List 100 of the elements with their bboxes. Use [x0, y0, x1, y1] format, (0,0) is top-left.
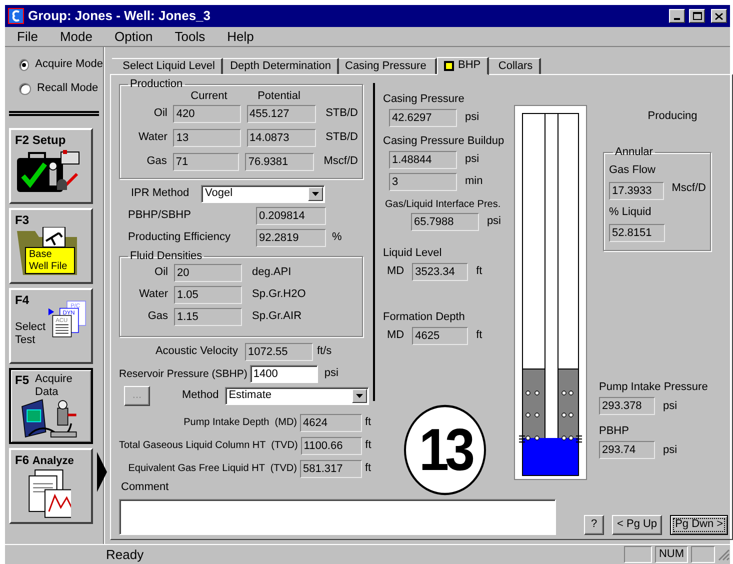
unit-label: Sp.Gr.H2O	[252, 288, 306, 302]
nav-button[interactable]: Pg Dwn >	[670, 515, 728, 535]
group-title: Production	[129, 79, 184, 90]
value-field: 1100.66	[300, 436, 362, 454]
row-label: Gas	[146, 155, 167, 169]
menu-item[interactable]: Tools	[172, 28, 208, 44]
field-label: Pump Intake Depth (MD)	[184, 416, 297, 428]
function-button[interactable]: F2 Setup	[9, 128, 93, 204]
unit-label: ft	[365, 462, 372, 476]
unit-label: min	[465, 175, 483, 189]
status-indicator: NUM	[654, 546, 688, 563]
close-button[interactable]	[711, 9, 727, 23]
tab[interactable]: Collars	[488, 58, 541, 74]
value-field: 4624	[300, 414, 362, 432]
field-label: MD	[387, 329, 404, 343]
nav-button[interactable]: ?	[584, 515, 604, 535]
unit-label: psi	[663, 444, 678, 457]
field-label: PBHP/SBHP	[127, 209, 192, 223]
tab[interactable]: Depth Determination	[223, 58, 339, 74]
pointer-arrow-icon	[97, 452, 107, 492]
unit-label: Mscf/D	[672, 182, 706, 196]
unit-label: deg.API	[252, 266, 292, 280]
close-icon	[715, 12, 723, 20]
value-field: 1072.55	[245, 343, 313, 361]
value-field: 52.8151	[609, 224, 665, 242]
field-label: Liquid Level	[383, 247, 443, 261]
comment-label: Comment	[121, 481, 170, 494]
unit-label: psi	[663, 400, 678, 413]
menu-item[interactable]: Option	[112, 28, 155, 44]
tab[interactable]: Select Liquid Level	[112, 58, 223, 74]
field-label: Acoustic Velocity	[154, 345, 238, 359]
field-label: Pump Intake Pressure	[599, 381, 709, 396]
status-pane	[691, 546, 715, 563]
unit-label: psi	[324, 367, 338, 381]
value-field: 17.3933	[609, 182, 664, 200]
menu-item[interactable]: File	[15, 28, 40, 44]
radio-label[interactable]: Recall Mode	[37, 82, 98, 96]
value-field: 4625	[412, 327, 468, 345]
radio-button[interactable]	[19, 59, 30, 71]
field-label: Gas Flow	[609, 164, 656, 178]
input-field[interactable]: 1400	[250, 365, 318, 383]
value-field: 0.209814	[256, 207, 326, 225]
minimize-icon	[674, 18, 680, 20]
row-label: Oil	[154, 266, 168, 280]
value-field: 14.0873	[246, 129, 316, 147]
value-field: 65.7988	[411, 213, 479, 231]
tab[interactable]: BHP	[437, 57, 489, 75]
test-number-badge: 13	[404, 404, 486, 496]
value-field: 92.2819	[256, 229, 326, 247]
field-label: Method	[182, 389, 219, 403]
nav-button[interactable]: < Pg Up	[612, 515, 662, 535]
field-label: IPR Method	[130, 187, 190, 201]
value-field: 293.74	[599, 441, 655, 460]
unit-label: ft/s	[317, 345, 332, 359]
value-field: 42.6297	[389, 109, 457, 127]
field-label: Gas/Liquid Interface Pres.	[385, 199, 501, 211]
unit-label: psi	[465, 111, 480, 125]
menu-item[interactable]: Help	[225, 28, 256, 44]
unit-label: ft	[476, 329, 482, 343]
field-label: Casing Pressure	[383, 93, 466, 107]
row-label: Water	[137, 131, 168, 145]
field-label: Total Gaseous Liquid Column HT (TVD)	[119, 440, 298, 452]
radio-button[interactable]	[19, 83, 31, 95]
row-label: Water	[138, 288, 168, 302]
folder-label: Base Well File	[25, 247, 75, 274]
field-label: % Liquid	[609, 206, 652, 220]
minimize-button[interactable]	[669, 9, 685, 23]
group-title: Annular	[614, 147, 654, 158]
field-label: Producting Efficiency	[127, 231, 232, 245]
value-field: 1.48844	[389, 151, 457, 169]
function-button[interactable]: F6 Analyze	[9, 448, 93, 524]
resize-grip-icon	[718, 548, 730, 560]
comment-field[interactable]	[119, 499, 556, 535]
function-button[interactable]: F3 Base Well File	[9, 208, 93, 284]
unit-label: Mscf/D	[324, 155, 358, 169]
caret-icon	[356, 394, 363, 398]
unit-label: psi	[486, 215, 501, 229]
ipr-method-dropdown[interactable]: Vogel	[201, 185, 325, 203]
window-title: Group: Jones - Well: Jones_3	[28, 8, 212, 24]
tab[interactable]: Casing Pressure	[339, 58, 437, 74]
well-status-label: Producing	[646, 110, 698, 124]
app-icon	[8, 8, 24, 24]
caret-icon	[312, 192, 319, 196]
unit-label: STB/D	[326, 107, 358, 121]
maximize-button[interactable]	[689, 9, 705, 23]
value-field: 293.378	[599, 397, 655, 416]
value-field: 3523.34	[412, 263, 468, 281]
value-field: 20	[174, 264, 242, 282]
unit-label: STB/D	[326, 131, 358, 145]
unit-label: ft	[476, 265, 482, 279]
function-button[interactable]: F5 Acquire Data	[9, 368, 93, 444]
row-label: Gas	[146, 310, 168, 324]
menu-item[interactable]: Mode	[58, 28, 94, 44]
radio-label[interactable]: Acquire Mode	[35, 58, 103, 72]
method-dropdown[interactable]: Estimate	[224, 387, 369, 405]
field-label: PBHP	[599, 425, 630, 440]
column-header: Potential	[256, 90, 302, 102]
column-header: Current	[190, 90, 228, 102]
field-label: Equivalent Gas Free Liquid HT (TVD)	[128, 462, 297, 474]
row-label: Oil	[152, 107, 168, 121]
